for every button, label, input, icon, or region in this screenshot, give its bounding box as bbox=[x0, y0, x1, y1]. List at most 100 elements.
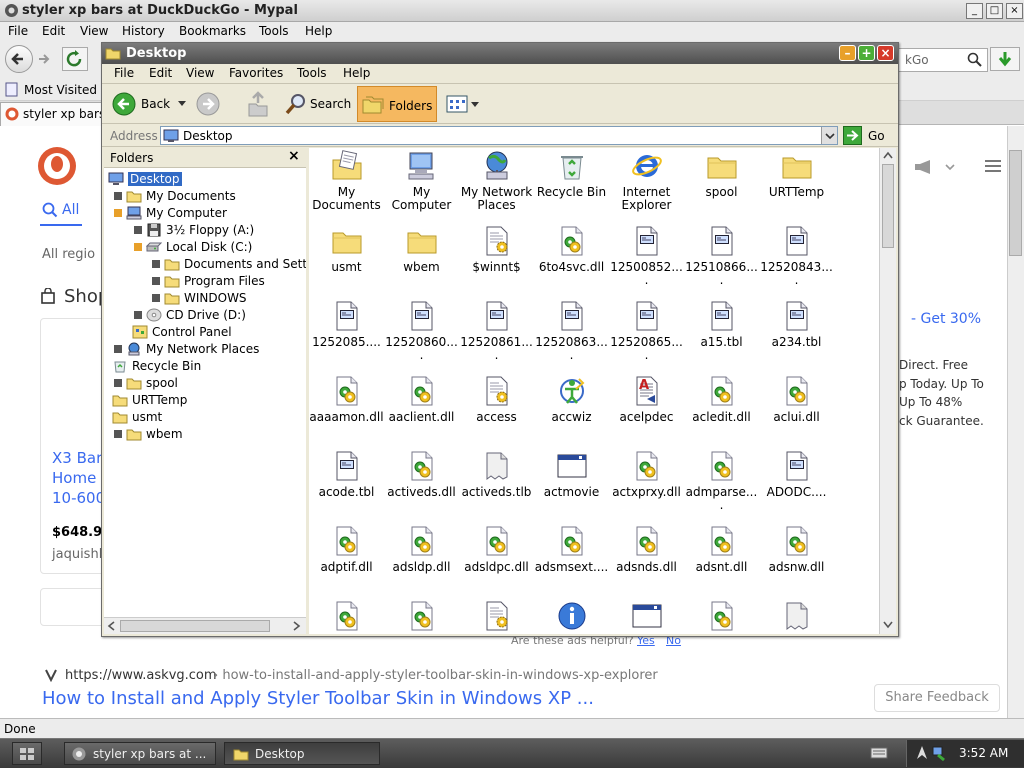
region-selector[interactable]: All regio bbox=[42, 247, 95, 262]
ad-link[interactable]: - Get 30% bbox=[911, 311, 981, 327]
tree-expander-icon[interactable] bbox=[152, 294, 160, 302]
scroll-left-icon[interactable] bbox=[106, 620, 118, 632]
file-item[interactable]: 12520860.... bbox=[384, 298, 459, 368]
browser-minimize-button[interactable]: _ bbox=[966, 3, 983, 19]
browser-tab-active[interactable]: styler xp bars bbox=[0, 102, 110, 126]
explorer-close-button[interactable]: × bbox=[877, 45, 894, 61]
browser-menu-edit[interactable]: Edit bbox=[42, 24, 65, 38]
browser-close-button[interactable]: × bbox=[1006, 3, 1023, 19]
tree-expander-icon[interactable] bbox=[114, 345, 122, 353]
browser-maximize-button[interactable]: □ bbox=[986, 3, 1003, 19]
scroll-down-icon[interactable] bbox=[882, 618, 894, 630]
explorer-views-button[interactable] bbox=[444, 92, 482, 116]
address-go-button[interactable]: Go bbox=[843, 126, 893, 145]
file-list-scrollbar[interactable] bbox=[879, 148, 896, 634]
file-item[interactable]: adsnds.dll bbox=[609, 523, 684, 593]
file-item[interactable] bbox=[459, 598, 534, 634]
megaphone-icon[interactable] bbox=[912, 158, 940, 176]
start-button[interactable] bbox=[12, 742, 42, 765]
result-title-link[interactable]: How to Install and Apply Styler Toolbar … bbox=[42, 688, 594, 709]
file-item[interactable]: My Documents bbox=[309, 148, 384, 218]
file-item[interactable]: adsldpc.dll bbox=[459, 523, 534, 593]
clock[interactable]: 3:52 AM bbox=[959, 746, 1008, 760]
explorer-maximize-button[interactable]: + bbox=[858, 45, 875, 61]
folder-tree-scrollbar[interactable] bbox=[104, 617, 306, 634]
file-item[interactable]: aaaamon.dll bbox=[309, 373, 384, 443]
scroll-right-icon[interactable] bbox=[290, 620, 302, 632]
browser-search-input[interactable]: kGo bbox=[898, 48, 988, 72]
tree-expander-icon[interactable] bbox=[152, 260, 160, 268]
taskbar-item-desktop[interactable]: Desktop bbox=[224, 742, 380, 765]
browser-menu-file[interactable]: File bbox=[8, 24, 28, 38]
tree-expander-icon[interactable] bbox=[134, 226, 142, 234]
tree-scroll-thumb[interactable] bbox=[120, 620, 270, 632]
file-item[interactable]: adsldp.dll bbox=[384, 523, 459, 593]
explorer-menu-help[interactable]: Help bbox=[343, 66, 370, 80]
file-item[interactable]: 6to4svc.dll bbox=[534, 223, 609, 293]
file-item[interactable]: adsmsext.... bbox=[534, 523, 609, 593]
browser-back-button[interactable] bbox=[5, 45, 33, 73]
file-item[interactable]: URTTemp bbox=[759, 148, 834, 218]
file-item[interactable]: acode.tbl bbox=[309, 448, 384, 518]
file-item[interactable]: My Computer bbox=[384, 148, 459, 218]
explorer-back-button[interactable]: Back bbox=[110, 90, 188, 118]
explorer-menu-tools[interactable]: Tools bbox=[297, 66, 327, 80]
file-item[interactable]: 12510866.... bbox=[684, 223, 759, 293]
file-item[interactable]: a15.tbl bbox=[684, 298, 759, 368]
tree-expander-icon[interactable] bbox=[114, 379, 122, 387]
file-list-scroll-thumb[interactable] bbox=[882, 164, 894, 248]
scroll-up-icon[interactable] bbox=[882, 150, 894, 162]
file-item[interactable]: Internet Explorer bbox=[609, 148, 684, 218]
browser-menu-bookmarks[interactable]: Bookmarks bbox=[179, 24, 246, 38]
explorer-menu-edit[interactable]: Edit bbox=[149, 66, 172, 80]
file-item[interactable] bbox=[384, 598, 459, 634]
tree-expander-icon[interactable] bbox=[114, 430, 122, 438]
file-item[interactable]: wbem bbox=[384, 223, 459, 293]
chevron-down-icon[interactable] bbox=[944, 162, 956, 172]
tree-expander-icon[interactable] bbox=[114, 192, 122, 200]
browser-menu-tools[interactable]: Tools bbox=[259, 24, 289, 38]
browser-scrollbar-thumb[interactable] bbox=[1009, 150, 1022, 256]
file-item[interactable] bbox=[609, 598, 684, 634]
file-item[interactable]: aclui.dll bbox=[759, 373, 834, 443]
explorer-search-button[interactable]: Search bbox=[282, 90, 354, 118]
folders-pane-close-icon[interactable]: × bbox=[288, 148, 300, 164]
search-icon[interactable] bbox=[967, 52, 983, 68]
file-item[interactable]: My Network Places bbox=[459, 148, 534, 218]
tree-expander-icon[interactable] bbox=[114, 209, 122, 217]
taskbar-item-browser[interactable]: styler xp bars at ... bbox=[64, 742, 216, 765]
browser-forward-button[interactable] bbox=[36, 51, 52, 70]
file-item[interactable]: adsnw.dll bbox=[759, 523, 834, 593]
explorer-folders-button[interactable]: Folders bbox=[357, 86, 437, 122]
file-item[interactable]: 12520865.... bbox=[609, 298, 684, 368]
tab-all[interactable]: All bbox=[62, 202, 79, 218]
file-item[interactable] bbox=[534, 598, 609, 634]
explorer-minimize-button[interactable]: – bbox=[839, 45, 856, 61]
file-item[interactable]: 12500852.... bbox=[609, 223, 684, 293]
file-item[interactable]: adsnt.dll bbox=[684, 523, 759, 593]
browser-reload-button[interactable] bbox=[62, 47, 88, 71]
file-item[interactable] bbox=[309, 598, 384, 634]
share-feedback-button[interactable]: Share Feedback bbox=[874, 684, 1000, 712]
tree-expander-icon[interactable] bbox=[134, 243, 142, 251]
address-dropdown-button[interactable] bbox=[821, 127, 837, 144]
file-item[interactable]: $winnt$ bbox=[459, 223, 534, 293]
file-item[interactable]: acledit.dll bbox=[684, 373, 759, 443]
file-item[interactable]: admparse.... bbox=[684, 448, 759, 518]
dropdown-arrow-icon[interactable] bbox=[178, 101, 186, 107]
explorer-forward-button[interactable] bbox=[196, 92, 220, 119]
file-item[interactable]: 1252085.... bbox=[309, 298, 384, 368]
browser-menu-help[interactable]: Help bbox=[305, 24, 332, 38]
explorer-menu-favorites[interactable]: Favorites bbox=[229, 66, 283, 80]
file-item[interactable]: aaclient.dll bbox=[384, 373, 459, 443]
file-item[interactable]: accwiz bbox=[534, 373, 609, 443]
result-url[interactable]: https://www.askvg.com bbox=[65, 668, 217, 683]
tray-app-icon[interactable] bbox=[915, 745, 929, 761]
file-item[interactable]: adptif.dll bbox=[309, 523, 384, 593]
browser-menu-history[interactable]: History bbox=[122, 24, 165, 38]
file-item[interactable]: access bbox=[459, 373, 534, 443]
file-item[interactable]: Recycle Bin bbox=[534, 148, 609, 218]
file-item[interactable] bbox=[684, 598, 759, 634]
more-products-card[interactable] bbox=[40, 588, 110, 626]
browser-download-button[interactable] bbox=[990, 47, 1020, 71]
